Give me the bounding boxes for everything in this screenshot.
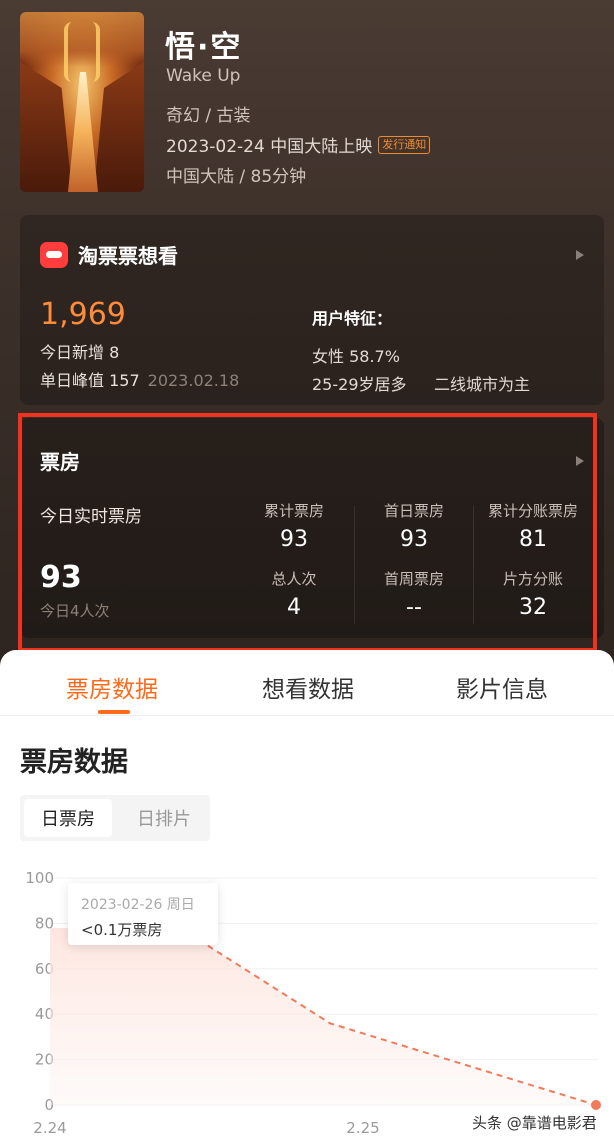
daily-screening-toggle[interactable]: 日排片 [124,799,204,837]
x-tick-label: 2.25 [346,1119,379,1137]
want-today-new: 今日新增 8 [40,343,120,362]
x-axis: 2.24 2.25 [33,1119,379,1137]
tab-bar: 票房数据 想看数据 影片信息 [0,650,614,716]
section-title: 票房数据 [20,747,128,778]
poster-path [68,72,98,192]
movie-release: 2023-02-24 中国大陆上映 发行通知 [166,132,431,157]
want-to-see-card[interactable]: 淘票票想看 1,969 今日新增 8 单日峰值 157 2023.02.18 用户… [20,215,604,405]
tab-boxoffice-data[interactable]: 票房数据 [66,670,158,704]
tab-active-indicator [98,710,130,714]
taopiaopiao-logo-icon [40,241,68,268]
daily-boxoffice-toggle[interactable]: 日票房 [24,799,112,837]
want-peak-date: 2023.02.18 [147,371,240,390]
want-brand-label: 淘票票想看 [78,244,178,268]
chevron-right-icon[interactable] [576,250,584,260]
user-features-title: 用户特征： [312,309,393,328]
want-count: 1,969 [40,297,126,332]
watermark: 头条 @靠谱电影君 [472,1114,597,1132]
poster-title-art [64,22,100,82]
movie-meta: 中国大陆 / 85分钟 [166,167,307,187]
highlight-box [18,413,597,652]
movie-english-title: Wake Up [166,66,241,86]
release-notice-tag[interactable]: 发行通知 [378,135,431,154]
tab-movie-info[interactable]: 影片信息 [456,670,548,704]
y-tick-label: 100 [25,869,54,887]
chart-points [591,1100,601,1110]
tooltip-value: <0.1万票房 [81,921,163,939]
movie-genre: 奇幻 / 古装 [166,106,251,126]
data-point[interactable] [591,1100,601,1110]
poster-cliff-right [94,62,144,192]
release-date: 2023-02-24 中国大陆上映 [166,137,373,157]
movie-poster[interactable] [20,12,144,192]
poster-cliff-left [20,62,72,192]
user-age: 25-29岁居多 [312,375,407,394]
movie-title: 悟·空 [165,30,243,65]
y-axis: 100806040200 [25,869,54,1114]
tab-want-data[interactable]: 想看数据 [262,670,354,704]
user-city: 二线城市为主 [434,375,531,394]
want-peak-value: 单日峰值 157 [40,371,140,390]
chart-area [50,927,596,1105]
chart-mode-toggle: 日票房 日排片 [20,795,210,841]
want-brand: 淘票票想看 [40,240,178,269]
user-gender: 女性 58.7% [312,347,400,366]
chart-tooltip: 2023-02-26 周日 <0.1万票房 [68,883,218,945]
tooltip-date: 2023-02-26 周日 [81,897,195,913]
want-peak: 单日峰值 157 2023.02.18 [40,367,239,391]
x-tick-label: 2.24 [33,1119,66,1137]
